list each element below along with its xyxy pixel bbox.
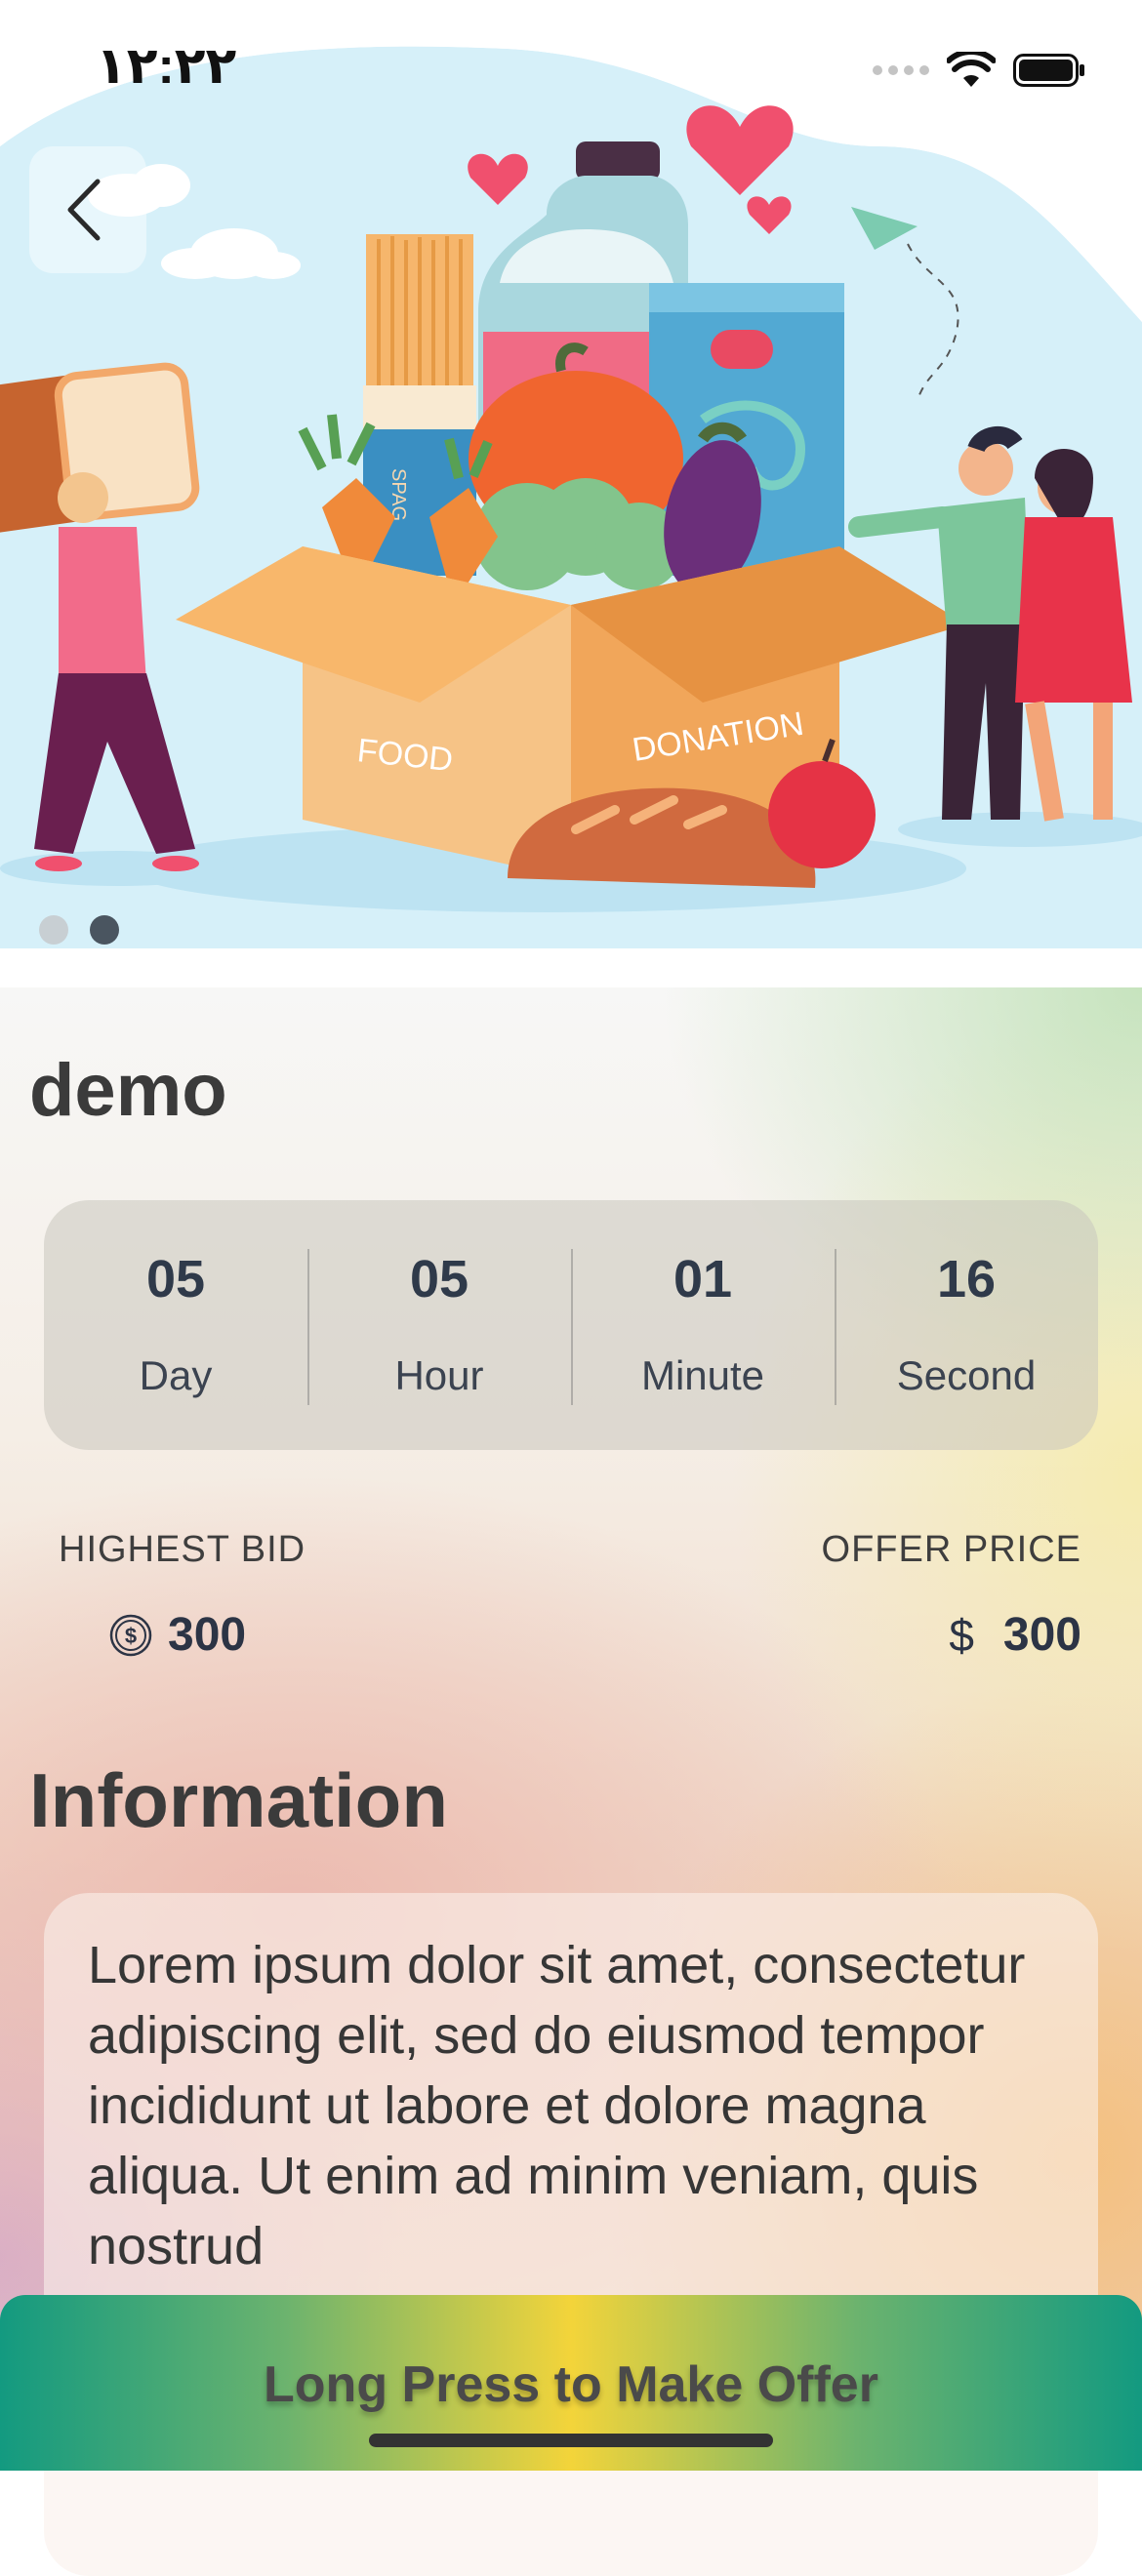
carousel-pagination[interactable]	[39, 915, 119, 945]
countdown-label: Day	[139, 1352, 213, 1398]
highest-bid-value: 300	[168, 1609, 247, 1661]
currency-symbol: $	[949, 1609, 974, 1661]
highest-bid-row: $ 300	[109, 1608, 306, 1662]
carousel-dot-2-active[interactable]	[90, 915, 119, 945]
highest-bid: HIGHEST BID $ 300	[59, 1529, 306, 1662]
countdown-value: 01	[673, 1250, 733, 1308]
information-card: Lorem ipsum dolor sit amet, consectetur …	[44, 1893, 1098, 2576]
countdown-seconds: 16 Second	[835, 1200, 1098, 1450]
highest-bid-label: HIGHEST BID	[59, 1529, 306, 1570]
countdown-hours: 05 Hour	[307, 1200, 571, 1450]
offer-price-label: OFFER PRICE	[821, 1529, 1081, 1570]
offer-price-row: $ 300	[822, 1608, 1081, 1662]
information-body: Lorem ipsum dolor sit amet, consectetur …	[88, 1936, 1026, 2275]
product-details: demo 05 Day 05 Hour 01 Minute 16 Second …	[0, 987, 1142, 2576]
back-button[interactable]	[29, 146, 146, 273]
cellular-signal-icon	[873, 65, 929, 75]
svg-text:$: $	[125, 1624, 137, 1648]
product-title: demo	[29, 1049, 227, 1132]
countdown-minutes: 01 Minute	[571, 1200, 835, 1450]
hero-image-carousel[interactable]: SPAG FOOD DONATION	[0, 0, 1142, 948]
countdown-label: Hour	[394, 1352, 484, 1398]
carousel-dot-1[interactable]	[39, 915, 68, 945]
information-heading: Information	[29, 1757, 448, 1843]
offer-price-value: 300	[1002, 1609, 1081, 1661]
countdown-value: 05	[409, 1250, 469, 1308]
countdown-days: 05 Day	[44, 1200, 307, 1450]
offer-price: OFFER PRICE $ 300	[822, 1529, 1081, 1662]
countdown-label: Minute	[640, 1352, 765, 1398]
countdown-value: 16	[936, 1250, 997, 1308]
food-donation-illustration: SPAG FOOD DONATION	[0, 0, 1142, 948]
countdown-value: 05	[145, 1250, 206, 1308]
countdown-timer: 05 Day 05 Hour 01 Minute 16 Second	[44, 1200, 1098, 1450]
home-indicator	[369, 2434, 773, 2447]
status-bar: ۱۲:۲۲	[0, 0, 1142, 137]
coin-icon: $	[109, 1614, 152, 1656]
status-icons	[873, 51, 1087, 90]
wifi-icon	[947, 52, 996, 87]
battery-icon	[1013, 54, 1084, 87]
chevron-left-icon	[67, 179, 101, 241]
countdown-label: Second	[896, 1352, 1037, 1398]
make-offer-label: Long Press to Make Offer	[264, 2356, 878, 2413]
status-time: ۱۲:۲۲	[96, 38, 237, 95]
